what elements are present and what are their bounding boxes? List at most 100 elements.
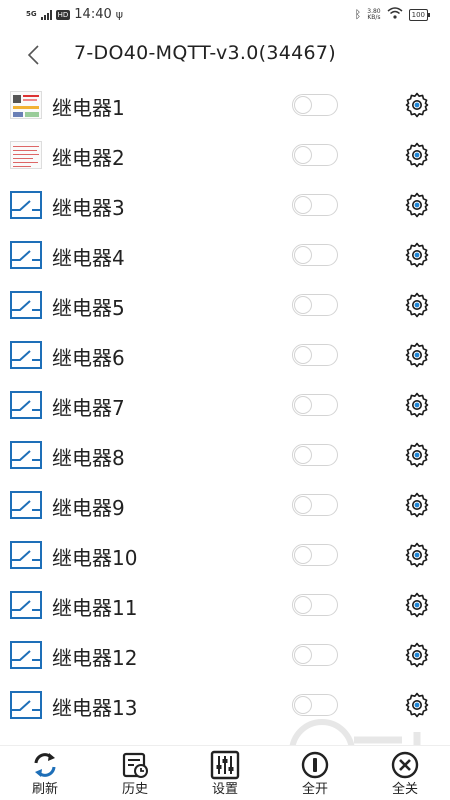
- wifi-icon: [387, 7, 403, 22]
- gear-icon[interactable]: [404, 542, 430, 568]
- relay-row-10: 继电器10: [0, 530, 450, 580]
- bluetooth-icon: ᛒ: [354, 8, 362, 21]
- toggle-knob: [294, 196, 312, 214]
- toggle-knob: [294, 646, 312, 664]
- toggle-knob: [294, 496, 312, 514]
- status-bar: 5G HD 14:40 ψ ᛒ 3.80 KB/s 100: [0, 0, 450, 30]
- relay-row-6: 继电器6: [0, 330, 450, 380]
- signal-icon: [40, 9, 52, 20]
- settings-label: 设置: [211, 782, 238, 797]
- relay-label: 继电器8: [52, 446, 125, 470]
- app-header: 7-DO40-MQTT-v3.0(34467): [0, 30, 450, 80]
- toggle-knob: [294, 246, 312, 264]
- switch-icon[interactable]: [10, 641, 42, 669]
- toggle-knob: [294, 96, 312, 114]
- relay-label: 继电器10: [52, 546, 138, 570]
- relay-row-5: 继电器5: [0, 280, 450, 330]
- settings-button[interactable]: 设置: [195, 750, 255, 800]
- relay-toggle[interactable]: [292, 344, 338, 366]
- relay-row-7: 继电器7: [0, 380, 450, 430]
- network-speed: 3.80 KB/s: [367, 8, 380, 21]
- gear-icon[interactable]: [404, 642, 430, 668]
- relay-image-thumbnail[interactable]: [10, 141, 42, 169]
- all-off-button[interactable]: 全关: [375, 750, 435, 800]
- history-icon: [122, 752, 148, 778]
- relay-toggle[interactable]: [292, 594, 338, 616]
- power-on-icon: [301, 751, 329, 779]
- refresh-icon: [34, 753, 56, 777]
- switch-icon[interactable]: [10, 441, 42, 469]
- relay-label: 继电器6: [52, 346, 125, 370]
- relay-toggle[interactable]: [292, 394, 338, 416]
- toggle-knob: [294, 596, 312, 614]
- bottom-toolbar: 刷新 历史 设置 全开 全关: [0, 745, 450, 800]
- clock: 14:40: [74, 7, 112, 22]
- relay-toggle[interactable]: [292, 644, 338, 666]
- relay-toggle[interactable]: [292, 294, 338, 316]
- switch-icon[interactable]: [10, 591, 42, 619]
- gear-icon[interactable]: [404, 142, 430, 168]
- page-title: 7-DO40-MQTT-v3.0(34467): [74, 42, 337, 64]
- relay-label: 继电器13: [52, 696, 138, 720]
- relay-row-2: 继电器2: [0, 130, 450, 180]
- relay-toggle[interactable]: [292, 94, 338, 116]
- switch-icon[interactable]: [10, 291, 42, 319]
- relay-label: 继电器12: [52, 646, 138, 670]
- relay-toggle[interactable]: [292, 244, 338, 266]
- relay-row-8: 继电器8: [0, 430, 450, 480]
- history-label: 历史: [121, 782, 148, 797]
- gear-icon[interactable]: [404, 242, 430, 268]
- gear-icon[interactable]: [404, 92, 430, 118]
- battery-indicator: 100: [408, 8, 431, 21]
- all-on-label: 全开: [301, 782, 328, 797]
- gear-icon[interactable]: [404, 342, 430, 368]
- relay-row-12: 继电器12: [0, 630, 450, 680]
- gear-icon[interactable]: [404, 292, 430, 318]
- switch-icon[interactable]: [10, 191, 42, 219]
- relay-toggle[interactable]: [292, 194, 338, 216]
- relay-label: 继电器2: [52, 146, 125, 170]
- gear-icon[interactable]: [404, 592, 430, 618]
- toggle-knob: [294, 146, 312, 164]
- switch-icon[interactable]: [10, 241, 42, 269]
- relay-toggle[interactable]: [292, 144, 338, 166]
- gear-icon[interactable]: [404, 192, 430, 218]
- switch-icon[interactable]: [10, 691, 42, 719]
- relay-row-11: 继电器11: [0, 580, 450, 630]
- gear-icon[interactable]: [404, 442, 430, 468]
- close-circle-icon: [391, 751, 419, 779]
- toggle-knob: [294, 346, 312, 364]
- relay-label: 继电器3: [52, 196, 125, 220]
- all-on-button[interactable]: 全开: [285, 750, 345, 800]
- hd-badge: HD: [55, 9, 71, 20]
- relay-label: 继电器9: [52, 496, 125, 520]
- refresh-button[interactable]: 刷新: [15, 750, 75, 800]
- switch-icon[interactable]: [10, 541, 42, 569]
- gear-icon[interactable]: [404, 392, 430, 418]
- relay-label: 继电器7: [52, 396, 125, 420]
- back-button[interactable]: [16, 38, 50, 72]
- usb-icon: ψ: [115, 8, 124, 21]
- history-button[interactable]: 历史: [105, 750, 165, 800]
- relay-toggle[interactable]: [292, 494, 338, 516]
- network-type: 5G: [26, 10, 37, 18]
- toggle-knob: [294, 546, 312, 564]
- relay-row-1: 继电器1: [0, 80, 450, 130]
- switch-icon[interactable]: [10, 341, 42, 369]
- toggle-knob: [294, 296, 312, 314]
- relay-toggle[interactable]: [292, 444, 338, 466]
- switch-icon[interactable]: [10, 491, 42, 519]
- relay-row-9: 继电器9: [0, 480, 450, 530]
- relay-toggle[interactable]: [292, 544, 338, 566]
- gear-icon[interactable]: [404, 492, 430, 518]
- chevron-left-icon: [27, 45, 39, 65]
- relay-image-thumbnail[interactable]: [10, 91, 42, 119]
- relay-label: 继电器1: [52, 96, 125, 120]
- switch-icon[interactable]: [10, 391, 42, 419]
- all-off-label: 全关: [391, 782, 418, 797]
- refresh-label: 刷新: [31, 782, 58, 797]
- relay-row-3: 继电器3: [0, 180, 450, 230]
- relay-label: 继电器4: [52, 246, 125, 270]
- toggle-knob: [294, 396, 312, 414]
- relay-list: 继电器1 继电器2 继电器3 继电器4 继电器5 继电器6 继电器7 继电器8 …: [0, 80, 450, 730]
